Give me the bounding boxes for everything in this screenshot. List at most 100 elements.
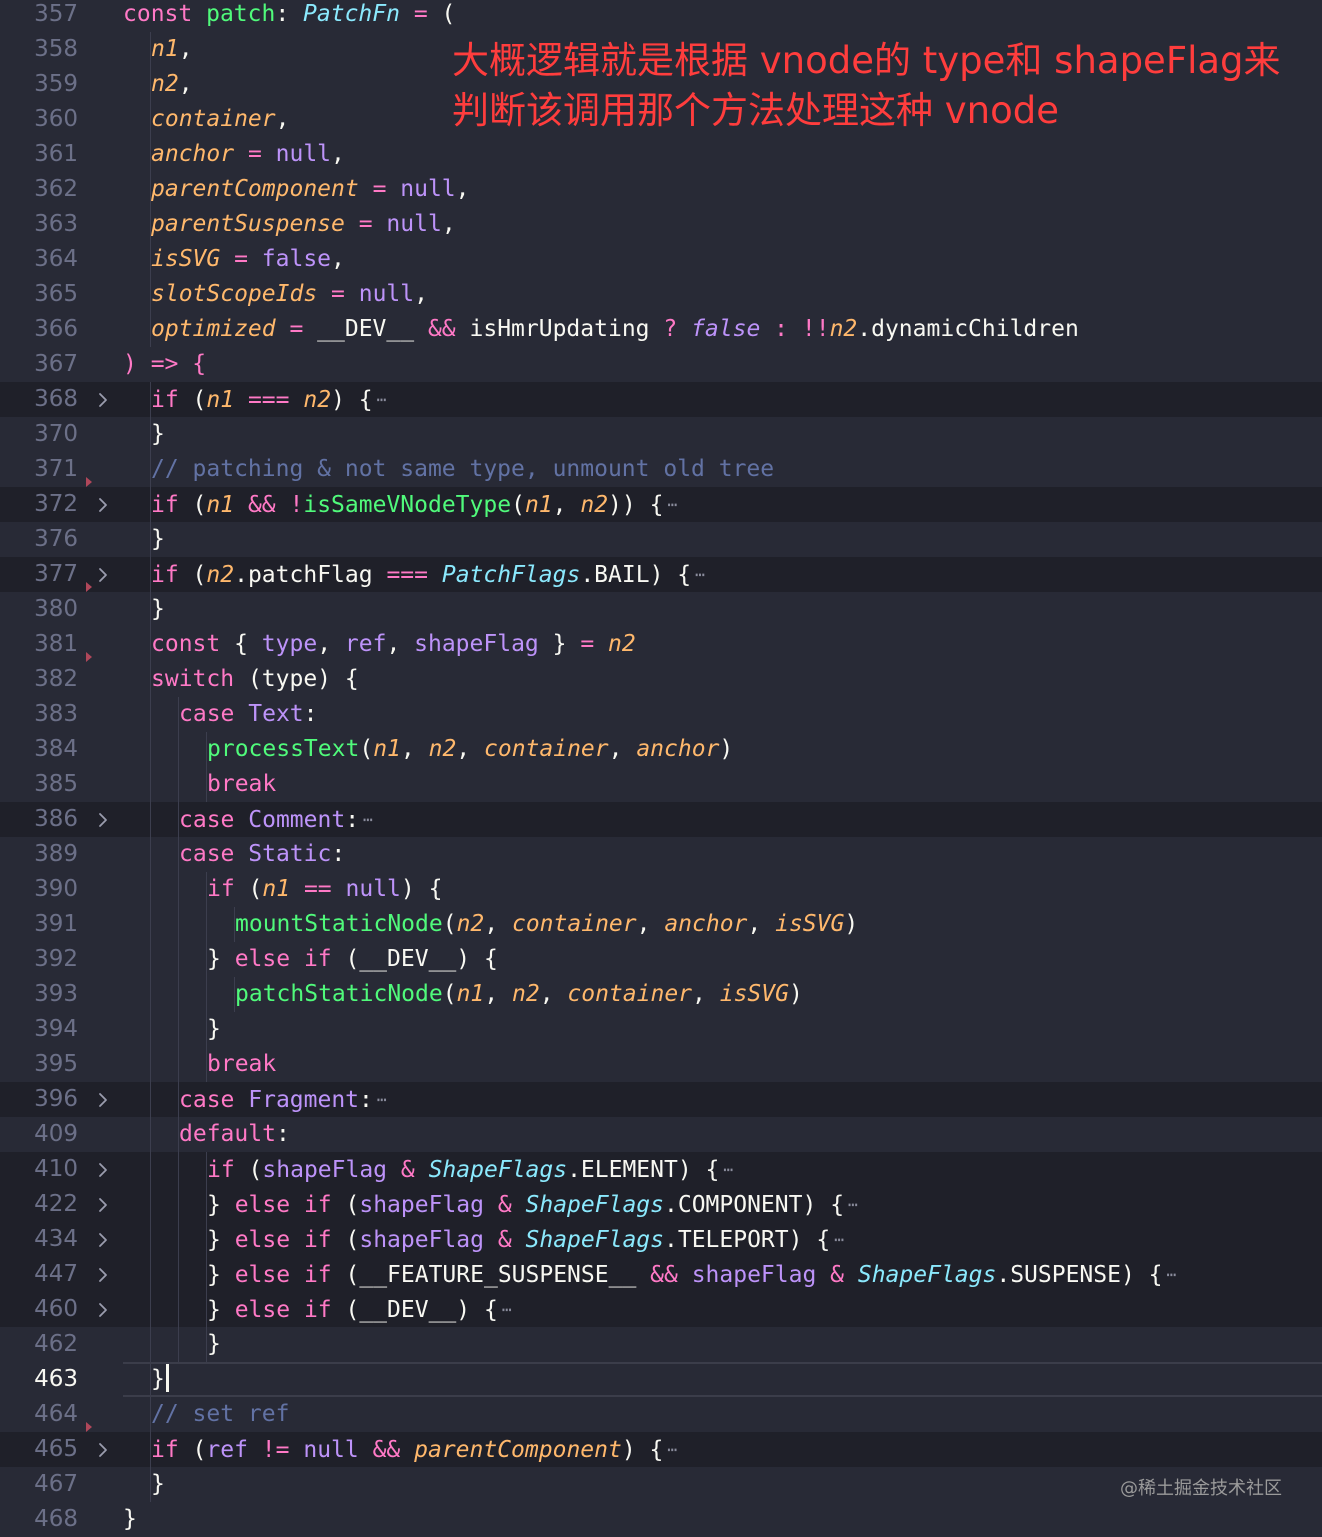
code-line[interactable]: 358 n1,: [0, 32, 1322, 67]
code-line[interactable]: 360 container,: [0, 102, 1322, 137]
code-line[interactable]: 463}: [0, 1362, 1322, 1397]
code-content: processText(n1, n2, container, anchor): [123, 732, 733, 767]
folded-ellipsis-icon[interactable]: ⋯: [377, 1090, 387, 1109]
code-content: }: [123, 1327, 221, 1362]
folded-ellipsis-icon[interactable]: ⋯: [848, 1195, 858, 1214]
code-line[interactable]: 462}: [0, 1327, 1322, 1362]
fold-chevron-icon[interactable]: [94, 1091, 112, 1109]
fold-chevron-icon[interactable]: [94, 1161, 112, 1179]
fold-chevron-icon[interactable]: [94, 1196, 112, 1214]
code-line[interactable]: 376}: [0, 522, 1322, 557]
code-line[interactable]: 383 case Text:: [0, 697, 1322, 732]
code-line[interactable]: 370}: [0, 417, 1322, 452]
code-line[interactable]: 384 processText(n1, n2, container, anchor…: [0, 732, 1322, 767]
fold-chevron-icon[interactable]: [94, 1301, 112, 1319]
code-line[interactable]: 382 switch (type) {: [0, 662, 1322, 697]
code-line[interactable]: 381 const { type, ref, shapeFlag } = n2: [0, 627, 1322, 662]
code-token: if: [151, 562, 193, 588]
code-token: (: [192, 1437, 207, 1463]
code-line[interactable]: 393 patchStaticNode(n1, n2, container, is…: [0, 977, 1322, 1012]
code-line[interactable]: 372 if (n1 && !isSameVNodeType(n1, n2)) {…: [0, 487, 1322, 522]
code-token: __DEV__: [317, 316, 415, 342]
code-line[interactable]: 368 if (n1 === n2) {⋯: [0, 382, 1322, 417]
line-number: 381: [34, 631, 78, 657]
indent-guide: [179, 1292, 207, 1327]
code-editor[interactable]: 357 const patch: PatchFn = (358 n1, 359 n2, 3…: [0, 0, 1322, 1537]
indent-guide: [123, 32, 151, 67]
code-line[interactable]: 386 case Comment: ⋯: [0, 802, 1322, 837]
code-line[interactable]: 422} else if (shapeFlag & ShapeFlags.COM…: [0, 1187, 1322, 1222]
code-line[interactable]: 390 if (n1 == null) {: [0, 872, 1322, 907]
code-content: ) => {: [123, 347, 206, 382]
code-line[interactable]: 364 isSVG = false,: [0, 242, 1322, 277]
folded-ellipsis-icon[interactable]: ⋯: [363, 810, 373, 829]
code-token: case: [179, 841, 249, 867]
fold-chevron-icon[interactable]: [94, 1231, 112, 1249]
indent-guide: [123, 837, 151, 872]
fold-chevron-icon[interactable]: [94, 496, 112, 514]
code-line[interactable]: 377 if (n2.patchFlag === PatchFlags.BAIL)…: [0, 557, 1322, 592]
code-line[interactable]: 361 anchor = null,: [0, 137, 1322, 172]
code-token: ,: [552, 492, 581, 518]
code-line[interactable]: 367) => {: [0, 347, 1322, 382]
code-content: optimized = __DEV__ && isHmrUpdating ? f…: [123, 312, 1079, 347]
code-line[interactable]: 385 break: [0, 767, 1322, 802]
code-line[interactable]: 396 case Fragment: ⋯: [0, 1082, 1322, 1117]
indent-guide: [123, 872, 151, 907]
code-line[interactable]: 410 if (shapeFlag & ShapeFlags.ELEMENT) {…: [0, 1152, 1322, 1187]
code-line[interactable]: 362 parentComponent = null,: [0, 172, 1322, 207]
fold-chevron-icon[interactable]: [94, 811, 112, 829]
folded-ellipsis-icon[interactable]: ⋯: [1167, 1265, 1177, 1284]
fold-chevron-icon[interactable]: [94, 1266, 112, 1284]
code-line[interactable]: 366 optimized = __DEV__ && isHmrUpdating …: [0, 312, 1322, 347]
code-line[interactable]: 409 default:: [0, 1117, 1322, 1152]
code-content: }: [123, 1467, 165, 1502]
folded-ellipsis-icon[interactable]: ⋯: [723, 1160, 733, 1179]
fold-chevron-icon[interactable]: [94, 391, 112, 409]
line-number: 370: [34, 421, 78, 447]
code-token: }: [123, 1506, 137, 1532]
code-line[interactable]: 392} else if (__DEV__) {: [0, 942, 1322, 977]
code-token: :: [275, 1, 304, 27]
folded-ellipsis-icon[interactable]: ⋯: [667, 1440, 677, 1459]
code-token: Text: [248, 701, 304, 727]
code-token: =: [317, 281, 359, 307]
code-token: (: [192, 492, 207, 518]
folded-ellipsis-icon[interactable]: ⋯: [667, 495, 677, 514]
indent-guide: [179, 872, 207, 907]
line-number: 376: [34, 526, 78, 552]
line-number: 365: [34, 281, 78, 307]
code-line[interactable]: 447} else if (__FEATURE_SUSPENSE__ && sh…: [0, 1257, 1322, 1292]
code-line[interactable]: 394}: [0, 1012, 1322, 1047]
folded-ellipsis-icon[interactable]: ⋯: [834, 1230, 844, 1249]
line-number: 383: [34, 701, 78, 727]
code-token: slotScopeIds: [151, 281, 318, 307]
code-line[interactable]: 380}: [0, 592, 1322, 627]
indent-guide: [151, 1152, 179, 1187]
code-line[interactable]: 359 n2,: [0, 67, 1322, 102]
code-line[interactable]: 395 break: [0, 1047, 1322, 1082]
folded-ellipsis-icon[interactable]: ⋯: [695, 565, 705, 584]
code-token: {: [483, 946, 498, 972]
code-token: ,: [539, 981, 568, 1007]
code-content: } else if (shapeFlag & ShapeFlags.COMPON…: [123, 1187, 858, 1222]
code-line[interactable]: 357 const patch: PatchFn = (: [0, 0, 1322, 32]
code-line[interactable]: 363 parentSuspense = null,: [0, 207, 1322, 242]
code-line[interactable]: 468}: [0, 1502, 1322, 1537]
code-line[interactable]: 391 mountStaticNode(n2, container, anchor…: [0, 907, 1322, 942]
code-line[interactable]: 465 if (ref != null && parentComponent) {…: [0, 1432, 1322, 1467]
fold-chevron-icon[interactable]: [94, 1441, 112, 1459]
folded-ellipsis-icon[interactable]: ⋯: [377, 390, 387, 409]
fold-chevron-icon[interactable]: [94, 566, 112, 584]
code-line[interactable]: 389 case Static:: [0, 837, 1322, 872]
code-token: isSVG: [719, 981, 789, 1007]
folded-ellipsis-icon[interactable]: ⋯: [502, 1300, 512, 1319]
code-token: :: [303, 701, 318, 727]
code-line[interactable]: 434} else if (shapeFlag & ShapeFlags.TEL…: [0, 1222, 1322, 1257]
code-line[interactable]: 460} else if (__DEV__) {⋯: [0, 1292, 1322, 1327]
code-line[interactable]: 464 // set ref: [0, 1397, 1322, 1432]
code-line[interactable]: 365 slotScopeIds = null,: [0, 277, 1322, 312]
code-token: null: [303, 1437, 359, 1463]
code-line[interactable]: 371 // patching & not same type, unmount …: [0, 452, 1322, 487]
indent-guide: [123, 522, 151, 557]
